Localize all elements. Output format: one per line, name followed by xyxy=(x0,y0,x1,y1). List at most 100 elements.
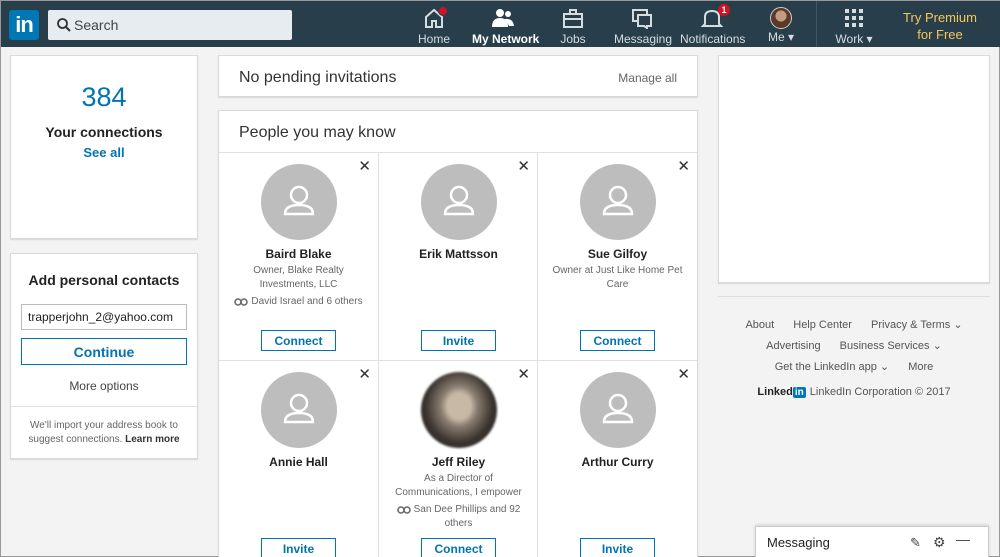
person-card[interactable]: ✕ Sue Gilfoy Owner at Just Like Home Pet… xyxy=(537,152,697,360)
search-icon xyxy=(57,18,71,32)
avatar-placeholder[interactable] xyxy=(261,164,337,240)
footer-link-about[interactable]: About xyxy=(745,319,774,331)
person-icon xyxy=(443,185,475,216)
invite-button[interactable]: Invite xyxy=(421,330,496,351)
invite-button[interactable]: Invite xyxy=(261,538,336,557)
close-icon[interactable]: ✕ xyxy=(358,365,371,383)
add-contacts-title: Add personal contacts xyxy=(28,272,180,288)
person-icon xyxy=(602,393,634,424)
mutual-connections-text: San Dee Phillips and 92 others xyxy=(413,504,521,529)
person-icon xyxy=(602,185,634,216)
close-icon[interactable]: ✕ xyxy=(358,157,371,175)
copyright: LinkedIn Corporation © 2017 xyxy=(809,386,951,398)
nav-notifications[interactable]: 1 Notifications xyxy=(680,4,746,46)
connections-label: Your connections xyxy=(45,124,163,140)
close-icon[interactable]: ✕ xyxy=(517,365,530,383)
pymk-title: People you may know xyxy=(239,124,396,141)
footer-link-business-services[interactable]: Business Services ⌄ xyxy=(840,340,942,352)
mutual-connections[interactable]: San Dee Phillips and 92 others xyxy=(387,503,530,531)
divider xyxy=(11,406,197,407)
mutual-connections[interactable]: David Israel and 6 others xyxy=(227,295,370,309)
pending-invitations-title: No pending invitations xyxy=(239,69,397,86)
messaging-bar[interactable]: Messaging ✎ ⚙ — xyxy=(755,526,989,557)
nav-divider xyxy=(816,1,817,47)
close-icon[interactable]: ✕ xyxy=(677,157,690,175)
home-badge xyxy=(438,6,448,16)
manage-all-link[interactable]: Manage all xyxy=(618,71,677,85)
person-icon xyxy=(283,393,315,424)
mutual-connections-text: David Israel and 6 others xyxy=(251,296,363,307)
see-all-link[interactable]: See all xyxy=(11,145,197,160)
close-icon[interactable]: ✕ xyxy=(677,365,690,383)
search-input[interactable] xyxy=(74,14,284,36)
person-card[interactable]: ✕ Jeff Riley As a Director of Communicat… xyxy=(378,360,537,557)
gear-icon[interactable]: ⚙ xyxy=(933,534,946,551)
top-nav-bar: in Home My Network Jobs Messaging xyxy=(1,1,1000,47)
compose-icon[interactable]: ✎ xyxy=(910,535,921,551)
shared-connections-icon xyxy=(396,505,411,515)
person-name[interactable]: Arthur Curry xyxy=(542,455,693,469)
footer-link-privacy-terms[interactable]: Privacy & Terms ⌄ xyxy=(871,319,963,331)
avatar-placeholder[interactable] xyxy=(421,164,497,240)
footer-link-advertising[interactable]: Advertising xyxy=(766,340,820,352)
person-name[interactable]: Jeff Riley xyxy=(383,455,534,469)
nav-my-network[interactable]: My Network xyxy=(472,5,539,46)
connect-button[interactable]: Connect xyxy=(261,330,336,351)
close-icon[interactable]: ✕ xyxy=(517,157,530,175)
person-headline: Owner, Blake Realty Investments, LLC xyxy=(253,265,344,290)
ad-panel xyxy=(718,55,990,283)
add-contacts-card: Add personal contacts Continue More opti… xyxy=(10,253,198,459)
connect-button[interactable]: Connect xyxy=(421,538,496,557)
continue-button[interactable]: Continue xyxy=(21,338,187,365)
avatar-placeholder[interactable] xyxy=(580,164,656,240)
person-name[interactable]: Annie Hall xyxy=(223,455,374,469)
footer-link-more[interactable]: More xyxy=(908,361,933,373)
premium-line-2: for Free xyxy=(917,27,963,42)
grid-icon xyxy=(842,7,866,29)
footer-link-get-app[interactable]: Get the LinkedIn app ⌄ xyxy=(775,361,889,373)
pending-invitations-card: No pending invitations Manage all xyxy=(218,55,698,97)
person-card[interactable]: ✕ Annie Hall Invite xyxy=(219,360,378,557)
search-box[interactable] xyxy=(48,10,292,40)
footer-link-help-center[interactable]: Help Center xyxy=(793,319,852,331)
nav-messaging[interactable]: Messaging xyxy=(614,5,673,46)
person-name[interactable]: Erik Mattsson xyxy=(383,247,534,261)
notifications-badge: 1 xyxy=(718,4,730,16)
invite-button[interactable]: Invite xyxy=(580,538,655,557)
person-name[interactable]: Baird Blake xyxy=(223,247,374,261)
more-options-link[interactable]: More options xyxy=(11,379,197,393)
email-field[interactable] xyxy=(21,304,187,330)
person-name[interactable]: Sue Gilfoy xyxy=(542,247,693,261)
import-note: We'll import your address book to sugges… xyxy=(21,419,187,447)
messaging-label[interactable]: Messaging xyxy=(767,535,830,550)
nav-home[interactable]: Home xyxy=(415,5,453,46)
nav-messaging-label: Messaging xyxy=(614,32,673,46)
nav-notifications-label: Notifications xyxy=(680,32,746,46)
nav-work[interactable]: Work ▾ xyxy=(834,5,874,46)
footer-brand: Linked in LinkedIn Corporation © 2017 xyxy=(718,386,990,398)
learn-more-link[interactable]: Learn more xyxy=(125,434,179,445)
person-card[interactable]: ✕ Arthur Curry Invite xyxy=(537,360,697,557)
premium-line-1: Try Premium xyxy=(903,10,977,25)
chevron-down-icon: ▾ xyxy=(863,32,873,46)
person-card[interactable]: ✕ Baird Blake Owner, Blake Realty Invest… xyxy=(219,152,378,360)
shared-connections-icon xyxy=(234,297,249,307)
profile-photo[interactable] xyxy=(421,372,497,448)
avatar-placeholder[interactable] xyxy=(580,372,656,448)
linkedin-logo[interactable]: in xyxy=(9,10,39,40)
nav-work-label: Work xyxy=(835,32,864,46)
connections-count[interactable]: 384 xyxy=(11,82,197,113)
try-premium-link[interactable]: Try Premium for Free xyxy=(894,9,986,43)
avatar-placeholder[interactable] xyxy=(261,372,337,448)
connect-button[interactable]: Connect xyxy=(580,330,655,351)
nav-jobs[interactable]: Jobs xyxy=(558,5,588,46)
person-card[interactable]: ✕ Erik Mattsson Invite xyxy=(378,152,537,360)
minimize-icon[interactable]: — xyxy=(956,531,970,547)
connections-card: 384 Your connections See all xyxy=(10,55,198,239)
person-headline: As a Director of Communications, I empow… xyxy=(395,473,522,498)
nav-me-label: Me xyxy=(767,30,785,44)
brand-wordmark: Linked xyxy=(757,386,793,398)
home-icon xyxy=(422,6,448,29)
nav-me[interactable]: Me ▾ xyxy=(765,5,797,45)
bell-icon: 1 xyxy=(700,4,730,29)
